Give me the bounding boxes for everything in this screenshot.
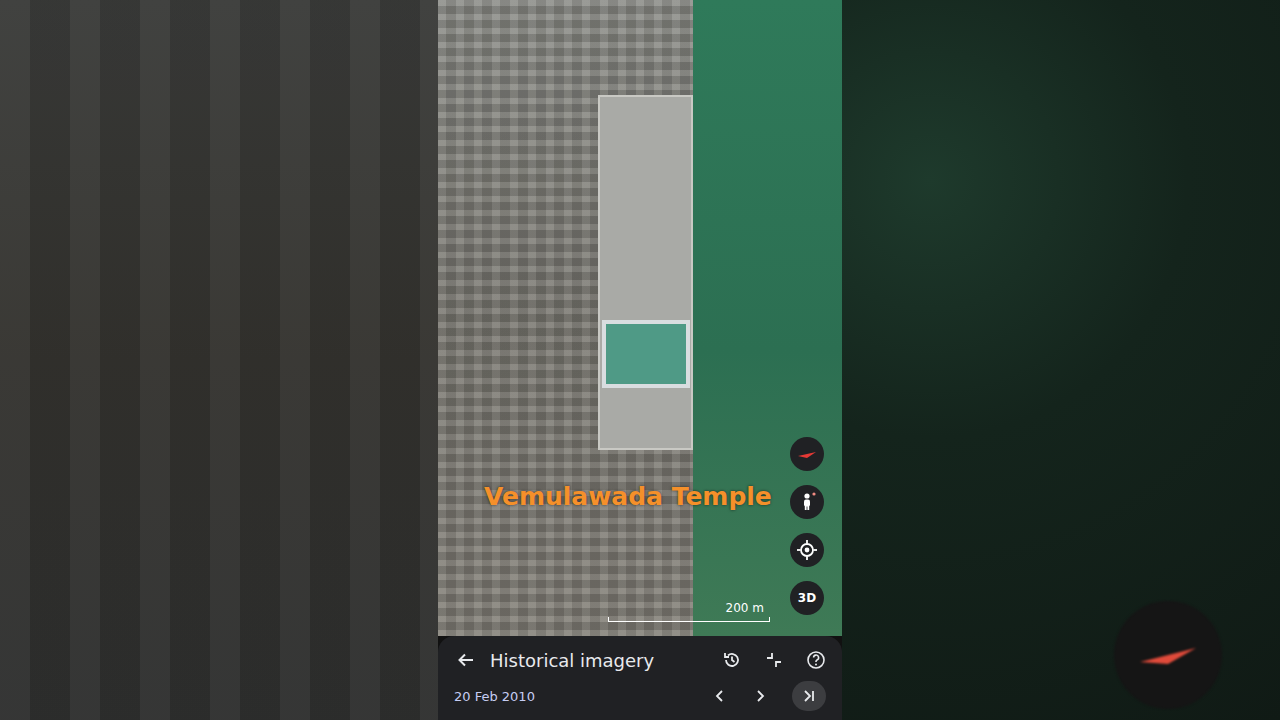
3d-label: 3D: [798, 591, 816, 605]
previous-icon[interactable]: [712, 688, 728, 704]
screen: Vemulawada Temple 3D 200 m Historical image…: [0, 0, 1280, 720]
pegman-button[interactable]: [790, 485, 824, 519]
panel-header: Historical imagery: [454, 642, 826, 678]
text-button[interactable]: 3D: [790, 581, 824, 615]
date-row: 20 Feb 2010: [454, 678, 826, 714]
history-icon[interactable]: [722, 650, 742, 670]
place-label: Vemulawada Temple: [484, 482, 772, 511]
imagery-date: 20 Feb 2010: [454, 689, 535, 704]
compass-button[interactable]: [790, 437, 824, 471]
temple-court: [602, 320, 690, 388]
blurred-side-right: [842, 0, 1280, 720]
panel-title: Historical imagery: [490, 650, 722, 671]
latest-button[interactable]: [792, 681, 826, 711]
scale-text: 200 m: [726, 601, 770, 615]
header-actions: [722, 650, 826, 670]
blurred-side-left: [0, 0, 438, 720]
historical-imagery-panel: Historical imagery 20 Feb 2010: [438, 636, 842, 720]
locate-icon: [796, 539, 818, 561]
satellite-map[interactable]: Vemulawada Temple 3D 200 m: [438, 0, 842, 636]
scale-line: [608, 617, 770, 622]
help-icon[interactable]: [806, 650, 826, 670]
map-controls: 3D: [790, 437, 824, 615]
collapse-icon[interactable]: [764, 650, 784, 670]
blurred-compass-icon: [1114, 601, 1222, 709]
locate-button[interactable]: [790, 533, 824, 567]
temple-complex: [598, 95, 693, 450]
pegman-icon: [796, 491, 818, 513]
scale-bar: 200 m: [608, 601, 770, 622]
earth-app: Vemulawada Temple 3D 200 m Historical image…: [438, 0, 842, 720]
compass-icon: [796, 443, 818, 465]
date-navigation: [712, 681, 826, 711]
back-arrow-icon[interactable]: [456, 650, 476, 670]
next-icon[interactable]: [752, 688, 768, 704]
skip-to-latest-icon: [801, 688, 817, 704]
